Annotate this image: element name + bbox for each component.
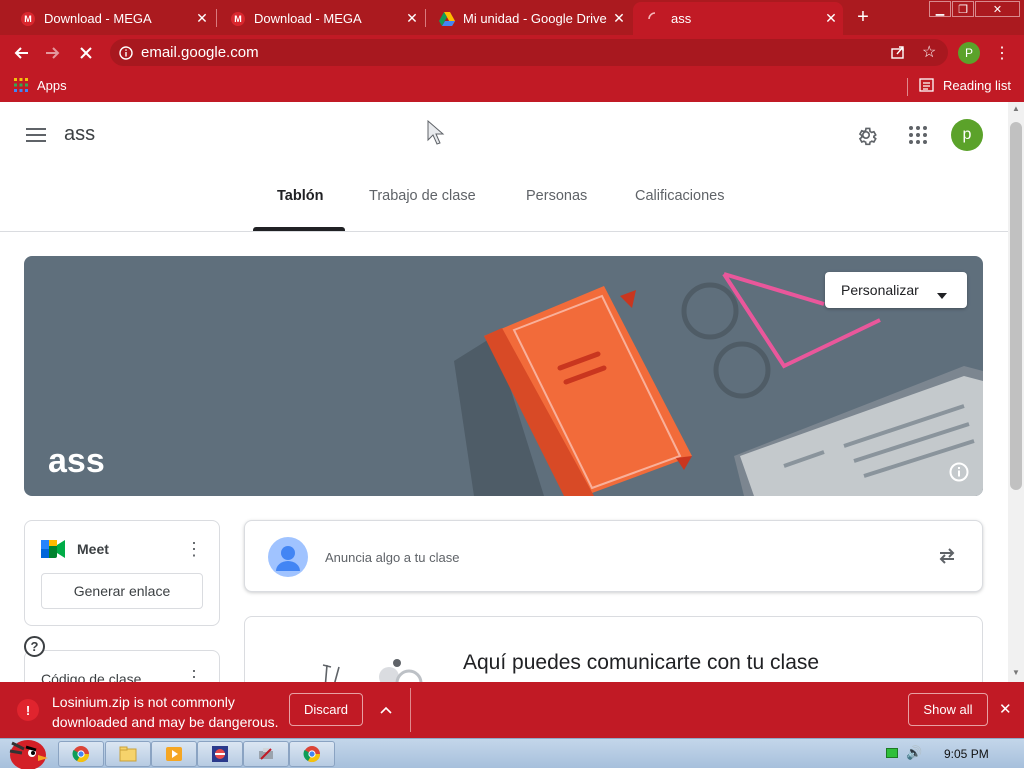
- browser-tab-strip: M Download - MEGA ✕ M Download - MEGA ✕ …: [0, 0, 1024, 35]
- network-tray-icon[interactable]: [886, 748, 898, 758]
- close-tab-icon[interactable]: ✕: [819, 10, 843, 27]
- stop-loading-icon[interactable]: [74, 35, 98, 70]
- class-banner: ass Personalizar: [24, 256, 983, 496]
- dropdown-arrow-icon: [937, 286, 947, 302]
- communicate-illustration: [322, 659, 423, 682]
- minimize-window-button[interactable]: ▁: [929, 1, 951, 17]
- taskbar-media-player[interactable]: [151, 741, 197, 767]
- tab-title: Download - MEGA: [44, 11, 152, 26]
- tool-icon: [259, 748, 273, 760]
- download-bar: ! Losinium.zip is not commonly downloade…: [0, 682, 1024, 738]
- bookmarks-bar: Apps Reading list: [0, 70, 1024, 102]
- apps-bookmark[interactable]: Apps: [37, 78, 67, 93]
- scroll-up-icon[interactable]: ▲: [1012, 104, 1020, 113]
- mouse-cursor-icon: [427, 120, 445, 145]
- repost-arrows-icon[interactable]: [937, 546, 957, 571]
- bookmark-star-icon[interactable]: ☆: [922, 42, 936, 62]
- customize-button[interactable]: Personalizar: [825, 272, 967, 308]
- discard-button[interactable]: Discard: [289, 693, 363, 726]
- new-tab-button[interactable]: +: [852, 5, 874, 29]
- class-title[interactable]: ass: [64, 123, 95, 146]
- apps-grid-icon: [14, 78, 28, 95]
- browser-tab-active[interactable]: ass ✕: [633, 2, 843, 35]
- communicate-card: Aquí puedes comunicarte con tu clase: [244, 616, 983, 682]
- taskbar-chrome-pinned[interactable]: [58, 741, 104, 767]
- close-download-bar-icon[interactable]: ✕: [999, 700, 1012, 718]
- browser-menu-icon[interactable]: ⋮: [990, 35, 1014, 70]
- angry-bird-start-icon[interactable]: [4, 731, 50, 769]
- class-code-card: Código de clase ⋮: [24, 650, 220, 682]
- meet-card: Meet ⋮ Generar enlace: [24, 520, 220, 626]
- meet-title: Meet: [77, 541, 109, 557]
- warning-icon: !: [17, 699, 39, 721]
- browser-tab-mega-1[interactable]: M Download - MEGA ✕: [6, 2, 214, 35]
- generate-link-button[interactable]: Generar enlace: [41, 573, 203, 609]
- windows-taskbar: 🔊 9:05 PM: [0, 738, 1024, 769]
- mega-icon: M: [20, 11, 36, 27]
- close-tab-icon[interactable]: ✕: [400, 10, 424, 27]
- tab-tablon[interactable]: Tablón: [277, 188, 323, 204]
- announce-placeholder[interactable]: Anuncia algo a tu clase: [325, 550, 459, 565]
- url-text[interactable]: email.google.com: [141, 44, 259, 61]
- tab-personas[interactable]: Personas: [526, 188, 587, 204]
- loading-spinner-icon: [647, 11, 663, 27]
- restore-window-button[interactable]: ❐: [952, 1, 974, 17]
- customize-label: Personalizar: [841, 282, 919, 298]
- google-meet-icon: [41, 540, 65, 563]
- download-warning-line2: downloaded and may be dangerous.: [52, 714, 279, 730]
- taskbar-explorer[interactable]: [105, 741, 151, 767]
- taskbar-chrome-running[interactable]: [289, 741, 335, 767]
- share-icon[interactable]: [890, 44, 906, 64]
- close-tab-icon[interactable]: ✕: [190, 10, 214, 27]
- classroom-page: ass p Tablón Trabajo de clase Personas C…: [0, 102, 1008, 682]
- banner-class-name: ass: [48, 442, 105, 480]
- class-code-more-icon[interactable]: ⋮: [185, 667, 203, 682]
- download-warning-line1: Losinium.zip is not commonly: [52, 694, 235, 710]
- tab-calificaciones[interactable]: Calificaciones: [635, 188, 724, 204]
- page-scrollbar[interactable]: ▲ ▼: [1008, 102, 1024, 682]
- chrome-icon: [72, 746, 90, 763]
- taskbar-clock[interactable]: 9:05 PM: [944, 747, 989, 761]
- google-drive-icon: [439, 11, 455, 27]
- help-icon[interactable]: ?: [24, 636, 45, 657]
- chrome-icon: [303, 746, 321, 763]
- user-default-avatar-icon: [268, 537, 308, 582]
- show-all-downloads-button[interactable]: Show all: [908, 693, 988, 726]
- scroll-down-icon[interactable]: ▼: [1012, 668, 1020, 677]
- meet-more-icon[interactable]: ⋮: [185, 539, 203, 560]
- game-icon: [212, 746, 228, 762]
- google-apps-icon[interactable]: [909, 126, 927, 149]
- taskbar-tool-app[interactable]: [243, 741, 289, 767]
- chevron-up-icon[interactable]: [380, 701, 392, 719]
- site-info-icon[interactable]: [119, 45, 133, 60]
- profile-avatar[interactable]: P: [958, 42, 980, 64]
- folder-icon: [119, 746, 137, 762]
- browser-toolbar: email.google.com ☆ P ⋮: [0, 35, 1024, 70]
- tab-title: Mi unidad - Google Drive: [463, 11, 607, 26]
- reading-list-icon: [919, 78, 934, 95]
- taskbar-game-app[interactable]: [197, 741, 243, 767]
- communicate-heading: Aquí puedes comunicarte con tu clase: [463, 651, 820, 674]
- class-code-label: Código de clase: [41, 671, 142, 682]
- volume-tray-icon[interactable]: 🔊: [906, 745, 922, 761]
- announce-card[interactable]: Anuncia algo a tu clase: [244, 520, 983, 592]
- main-menu-icon[interactable]: [26, 128, 46, 147]
- close-window-button[interactable]: ✕: [975, 1, 1020, 17]
- settings-gear-icon[interactable]: [855, 124, 877, 151]
- banner-info-icon[interactable]: [949, 462, 969, 487]
- forward-arrow-icon[interactable]: [41, 35, 65, 70]
- back-arrow-icon[interactable]: [9, 35, 33, 70]
- scrollbar-thumb[interactable]: [1010, 122, 1022, 490]
- tab-title: ass: [671, 11, 692, 26]
- mega-icon: M: [230, 11, 246, 27]
- tab-title: Download - MEGA: [254, 11, 362, 26]
- reading-list-button[interactable]: Reading list: [943, 78, 1011, 93]
- user-avatar[interactable]: p: [951, 119, 983, 151]
- browser-tab-mega-2[interactable]: M Download - MEGA ✕: [216, 2, 424, 35]
- close-tab-icon[interactable]: ✕: [607, 10, 631, 27]
- browser-tab-drive[interactable]: Mi unidad - Google Drive ✕: [425, 2, 631, 35]
- address-bar[interactable]: email.google.com ☆: [110, 39, 948, 66]
- tab-trabajo-de-clase[interactable]: Trabajo de clase: [369, 188, 476, 204]
- media-player-icon: [166, 747, 182, 761]
